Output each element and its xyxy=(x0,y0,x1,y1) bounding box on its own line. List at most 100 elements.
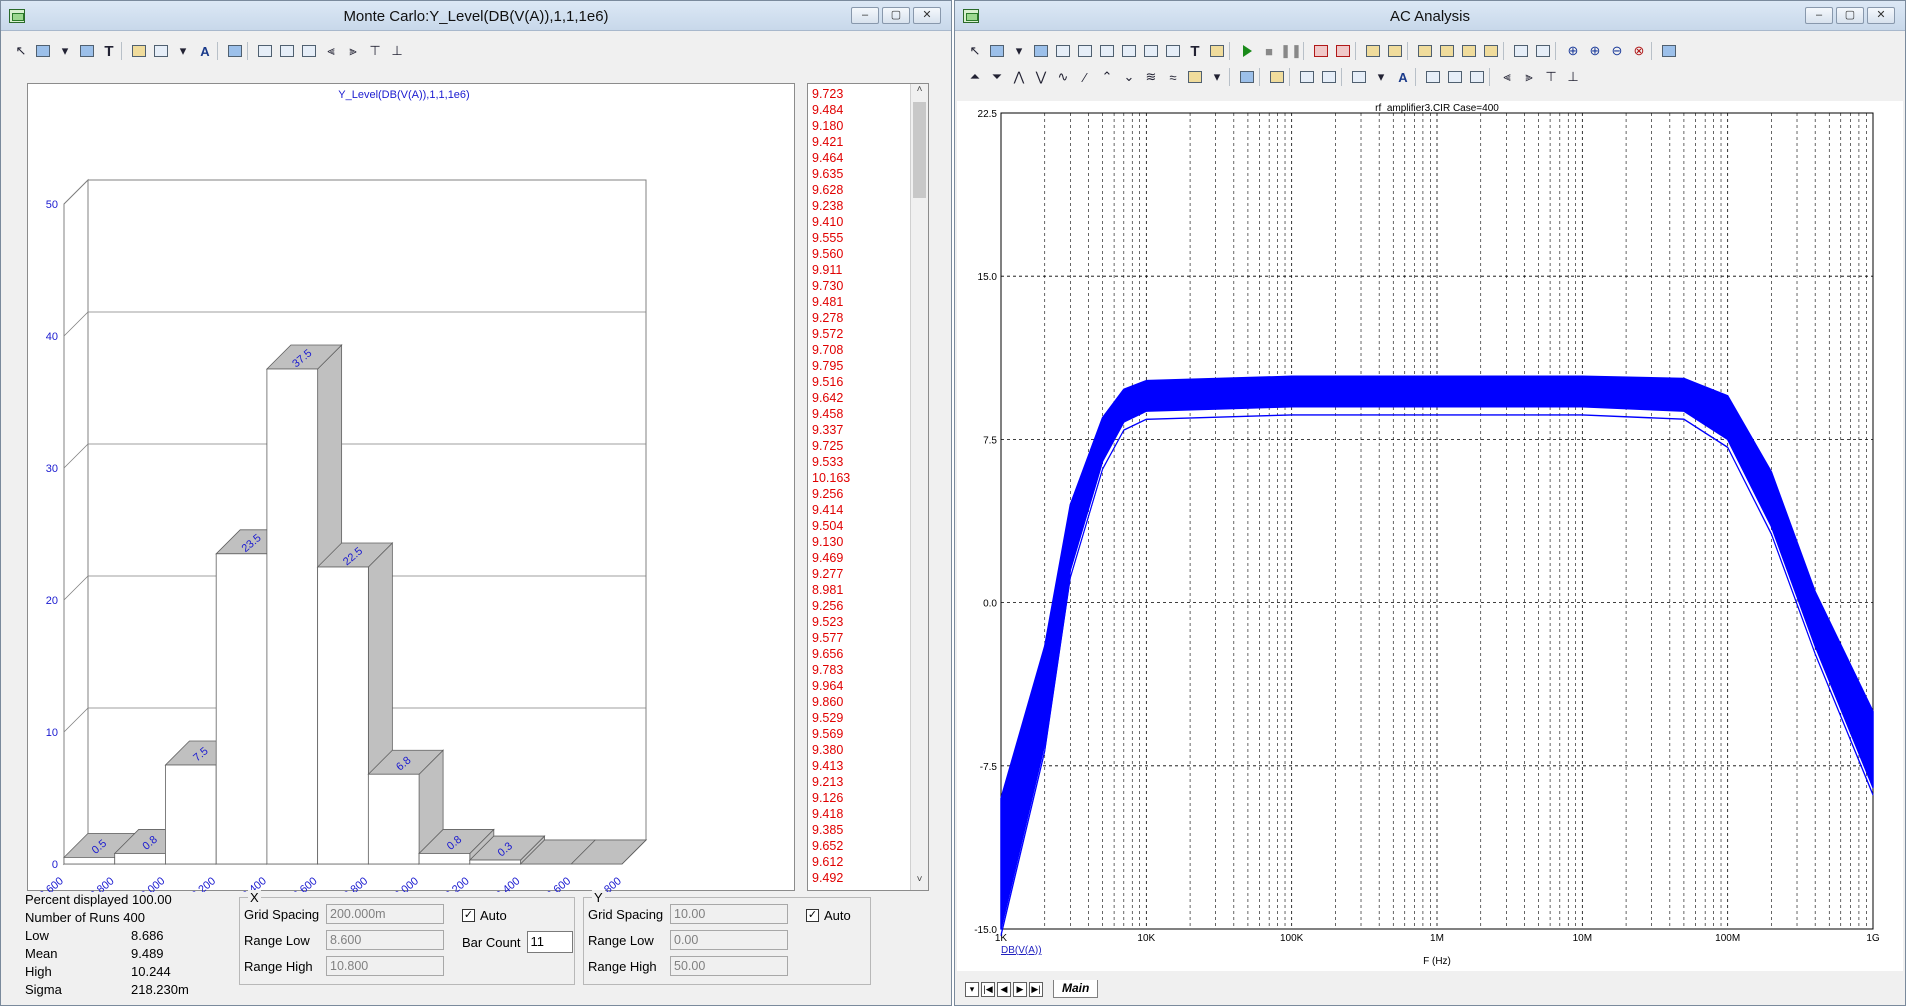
list-item[interactable]: 9.484 xyxy=(812,102,850,118)
copy-icon[interactable] xyxy=(255,41,275,61)
x-range-low-field[interactable]: 8.600 xyxy=(326,930,444,950)
scale-icon[interactable] xyxy=(987,41,1007,61)
zoom-out-icon[interactable]: ⊖ xyxy=(1607,41,1627,61)
select-icon[interactable]: ↖ xyxy=(965,41,985,61)
font-icon[interactable]: A xyxy=(195,41,215,61)
scroll-up-icon[interactable]: ˄ xyxy=(911,84,928,100)
limits-icon[interactable] xyxy=(1363,41,1383,61)
tab-first-icon[interactable]: |◀ xyxy=(981,981,995,997)
stepping-icon[interactable] xyxy=(1311,41,1331,61)
top-icon[interactable]: ≋ xyxy=(1141,67,1161,87)
list-item[interactable]: 9.533 xyxy=(812,454,850,470)
ac-analysis-chart[interactable]: rf_amplifier3.CIR Case=4001K 10K 100K 1M 10M… xyxy=(957,101,1903,971)
font-icon[interactable]: A xyxy=(1393,67,1413,87)
dropdown-arrow-icon[interactable]: ▾ xyxy=(173,41,193,61)
window-icon[interactable] xyxy=(1031,41,1051,61)
list-item[interactable]: 9.725 xyxy=(812,438,850,454)
align-bottom-icon[interactable]: ⊥ xyxy=(387,41,407,61)
zoom-reset-icon[interactable]: ⊗ xyxy=(1629,41,1649,61)
right-titlebar[interactable]: AC Analysis – ▢ ✕ xyxy=(955,1,1905,31)
y-auto-check-box[interactable]: ✓ xyxy=(806,909,819,922)
scope-icon[interactable] xyxy=(1097,41,1117,61)
calculator-icon[interactable] xyxy=(1237,67,1257,87)
list-item[interactable]: 9.860 xyxy=(812,694,850,710)
window-icon[interactable] xyxy=(77,41,97,61)
align-top-icon[interactable]: ⊤ xyxy=(1541,67,1561,87)
tag-icon[interactable] xyxy=(1319,67,1339,87)
list-item[interactable]: 9.413 xyxy=(812,758,850,774)
scroll-down-icon[interactable]: ˅ xyxy=(911,874,928,890)
low-icon[interactable]: ⋁ xyxy=(1031,67,1051,87)
x-auto-check-box[interactable]: ✓ xyxy=(462,909,475,922)
left-titlebar[interactable]: Monte Carlo:Y_Level(DB(V(A)),1,1,1e6) – … xyxy=(1,1,951,31)
list-item[interactable]: 9.572 xyxy=(812,326,850,342)
list-item[interactable]: 9.504 xyxy=(812,518,850,534)
dropdown-arrow-icon[interactable]: ▾ xyxy=(1009,41,1029,61)
list-item[interactable]: 9.516 xyxy=(812,374,850,390)
global-low-icon[interactable]: ⌄ xyxy=(1119,67,1139,87)
arrange-icon[interactable] xyxy=(1459,41,1479,61)
list-item[interactable]: 9.560 xyxy=(812,246,850,262)
y-auto-checkbox[interactable]: ✓ Auto xyxy=(806,908,851,923)
tab-next-icon[interactable]: ▶ xyxy=(1013,981,1027,997)
list-item[interactable]: 9.635 xyxy=(812,166,850,182)
scroll-thumb[interactable] xyxy=(913,102,926,198)
list-item[interactable]: 9.911 xyxy=(812,262,850,278)
tile-icon[interactable] xyxy=(1415,41,1435,61)
bottom-icon[interactable]: ≈ xyxy=(1163,67,1183,87)
maximize-button[interactable]: ▢ xyxy=(1836,7,1864,24)
list-item[interactable]: 9.652 xyxy=(812,838,850,854)
list-item[interactable]: 8.981 xyxy=(812,582,850,598)
list-item[interactable]: 9.414 xyxy=(812,502,850,518)
x-auto-checkbox[interactable]: ✓ Auto xyxy=(462,908,507,923)
list-item[interactable]: 9.421 xyxy=(812,134,850,150)
peak-icon[interactable]: ⏶ xyxy=(965,67,985,87)
inflection-icon[interactable]: ∿ xyxy=(1053,67,1073,87)
list-item[interactable]: 9.723 xyxy=(812,86,850,102)
zoom-icon[interactable]: ⊕ xyxy=(1563,41,1583,61)
pause-icon[interactable]: ❚❚ xyxy=(1280,41,1302,61)
bring-front-icon[interactable] xyxy=(277,41,297,61)
graph-icon[interactable] xyxy=(1163,41,1183,61)
list-item[interactable]: 10.163 xyxy=(812,470,850,486)
list-item[interactable]: 9.964 xyxy=(812,678,850,694)
copy-icon[interactable] xyxy=(1423,67,1443,87)
dropdown-arrow-icon[interactable]: ▾ xyxy=(55,41,75,61)
bar-count-field[interactable]: 11 xyxy=(526,931,573,953)
list-item[interactable]: 9.708 xyxy=(812,342,850,358)
cursor-icon[interactable] xyxy=(1141,41,1161,61)
slope-icon[interactable]: ∕ xyxy=(1075,67,1095,87)
probe-icon[interactable] xyxy=(1119,41,1139,61)
list-item[interactable]: 9.642 xyxy=(812,390,850,406)
list-item[interactable]: 9.337 xyxy=(812,422,850,438)
send-back-icon[interactable] xyxy=(299,41,319,61)
dropdown-arrow-icon[interactable]: ▾ xyxy=(1371,67,1391,87)
list-item[interactable]: 9.213 xyxy=(812,774,850,790)
list-item[interactable]: 9.612 xyxy=(812,854,850,870)
optimize-icon[interactable] xyxy=(1333,41,1353,61)
y-grid-spacing-field[interactable]: 10.00 xyxy=(670,904,788,924)
zoom-box-icon[interactable] xyxy=(1053,41,1073,61)
cascade-icon[interactable] xyxy=(1437,41,1457,61)
list-item[interactable]: 9.256 xyxy=(812,486,850,502)
list-item[interactable]: 9.730 xyxy=(812,278,850,294)
list-item[interactable]: 9.783 xyxy=(812,662,850,678)
split-icon[interactable] xyxy=(1481,41,1501,61)
list-item[interactable]: 9.555 xyxy=(812,230,850,246)
list-item[interactable]: 9.577 xyxy=(812,630,850,646)
state-variables-icon[interactable] xyxy=(1385,41,1405,61)
minimize-button[interactable]: – xyxy=(1805,7,1833,24)
stop-icon[interactable]: ■ xyxy=(1259,41,1279,61)
tab-main[interactable]: Main xyxy=(1053,980,1099,998)
align-bottom-icon[interactable]: ⊥ xyxy=(1563,67,1583,87)
align-left-icon[interactable]: ⫷ xyxy=(321,41,341,61)
scale-icon[interactable] xyxy=(33,41,53,61)
list-item[interactable]: 9.410 xyxy=(812,214,850,230)
list-item[interactable]: 9.130 xyxy=(812,534,850,550)
select-icon[interactable]: ↖ xyxy=(11,41,31,61)
maximize-button[interactable]: ▢ xyxy=(882,7,910,24)
list-item[interactable]: 9.481 xyxy=(812,294,850,310)
zoom-in-icon[interactable]: ⊕ xyxy=(1585,41,1605,61)
list-item[interactable]: 9.180 xyxy=(812,118,850,134)
tab-prev-icon[interactable]: ◀ xyxy=(997,981,1011,997)
